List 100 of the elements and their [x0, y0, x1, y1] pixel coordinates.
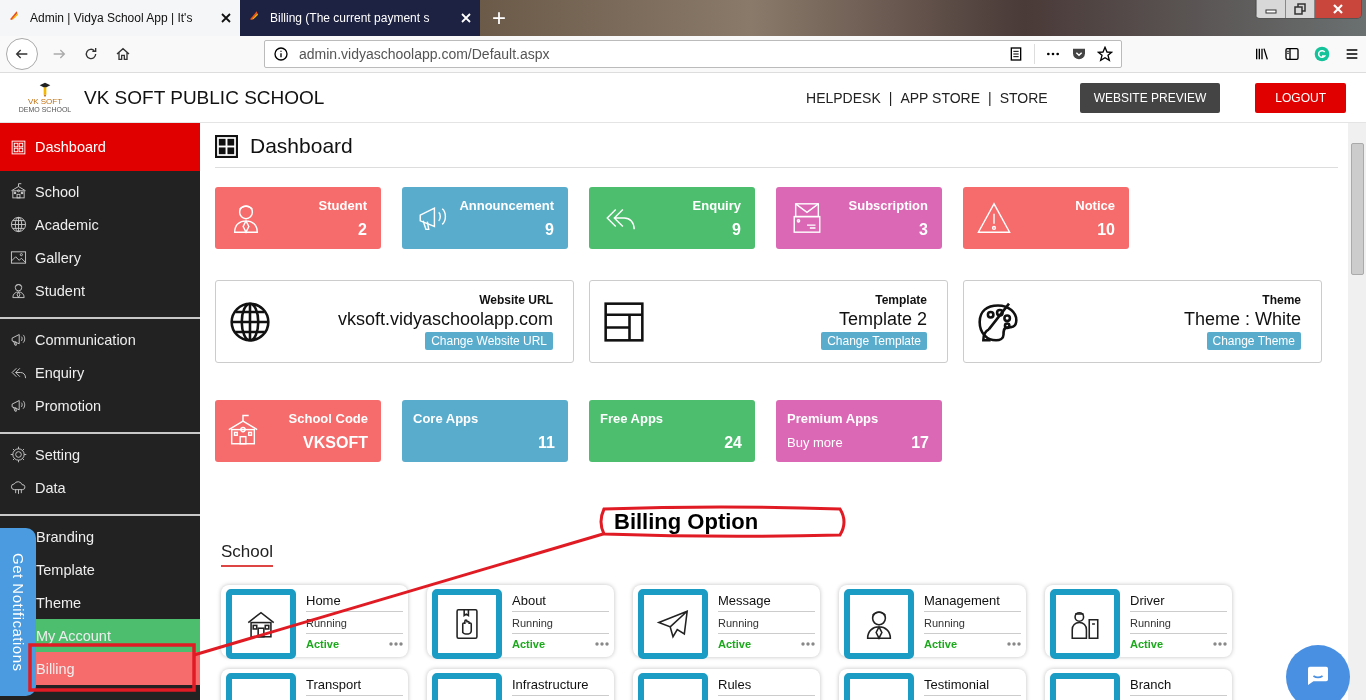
- info-value: Template 2: [838, 309, 927, 330]
- back-button[interactable]: [6, 38, 38, 70]
- header-link[interactable]: STORE: [999, 89, 1048, 106]
- link-separator: |: [888, 89, 893, 106]
- app-status: Running: [512, 612, 609, 634]
- new-tab-button[interactable]: +: [480, 0, 518, 36]
- logo-caption: VK SOFT: [27, 97, 63, 106]
- library-icon[interactable]: [1254, 46, 1270, 62]
- settings-icon: [10, 446, 27, 463]
- sidebar-item[interactable]: Branding: [36, 520, 200, 553]
- app-name: Testimonial: [924, 677, 1021, 696]
- close-icon[interactable]: [220, 12, 232, 24]
- card-label: Free Apps: [600, 410, 665, 426]
- menu-icon[interactable]: [1344, 46, 1360, 62]
- app-tile[interactable]: Branch: [1045, 669, 1232, 700]
- scrollbar[interactable]: [1348, 123, 1366, 700]
- paper-plane-icon: [656, 607, 690, 641]
- document-icon[interactable]: [1008, 46, 1024, 62]
- stat-label: Subscription: [848, 197, 928, 213]
- chat-button[interactable]: [1286, 645, 1350, 700]
- app-tile[interactable]: Testimonial: [839, 669, 1026, 700]
- app-tile[interactable]: Message Running Active: [633, 585, 820, 657]
- star-icon[interactable]: [1097, 46, 1113, 62]
- restore-icon: [1294, 3, 1306, 15]
- app-state: Active: [924, 638, 958, 650]
- app-status: Running: [924, 612, 1021, 634]
- sidebar-item[interactable]: Setting: [0, 438, 200, 471]
- sidebar-item[interactable]: Data: [0, 471, 200, 504]
- app-tile[interactable]: Rules: [633, 669, 820, 700]
- card-label: Premium Apps: [787, 410, 880, 426]
- app-tile[interactable]: Infrastructure: [427, 669, 614, 700]
- layout-icon: [602, 299, 646, 344]
- app-tile[interactable]: About Running Active: [427, 585, 614, 657]
- megaphone-icon: [10, 331, 27, 348]
- app-name: Branch: [1130, 677, 1227, 696]
- sidebar-item[interactable]: School: [0, 175, 200, 208]
- app-name: Rules: [718, 677, 815, 696]
- app-tile[interactable]: Home Running Active: [221, 585, 408, 657]
- sidebar-item[interactable]: Template: [36, 553, 200, 586]
- sidebar-item[interactable]: Dashboard: [0, 123, 200, 171]
- sidebar-icon[interactable]: [1284, 46, 1300, 62]
- app-state: Active: [512, 638, 546, 650]
- globe-icon: [228, 299, 272, 344]
- school-name: VK SOFT PUBLIC SCHOOL: [84, 86, 325, 109]
- stat-label: Notice: [1075, 197, 1115, 213]
- app-name: Home: [306, 593, 403, 612]
- stat-value: 9: [731, 220, 741, 239]
- header-link[interactable]: HELPDESK: [806, 89, 881, 106]
- app-tile[interactable]: Transport: [221, 669, 408, 700]
- person-icon: [10, 282, 27, 299]
- sidebar-item[interactable]: Academic: [0, 208, 200, 241]
- info-label: Website URL: [479, 293, 553, 307]
- sidebar-item[interactable]: Promotion: [0, 389, 200, 422]
- app-name: Message: [718, 593, 815, 612]
- chat-icon: [1305, 665, 1331, 685]
- app-name: Driver: [1130, 593, 1227, 612]
- browser-tab[interactable]: Admin | Vidya School App | It's: [0, 0, 240, 36]
- annotation-label: Billing Option: [614, 509, 759, 535]
- logout-button[interactable]: LOGOUT: [1255, 82, 1346, 113]
- globe-icon: [10, 216, 27, 233]
- app-tile[interactable]: Driver Running Active: [1045, 585, 1232, 657]
- app-status: Running: [306, 612, 403, 634]
- app-tile[interactable]: Management Running Active: [839, 585, 1026, 657]
- app-name: Management: [924, 593, 1021, 612]
- card-value: 24: [724, 433, 742, 452]
- info-icon[interactable]: [273, 46, 289, 62]
- app-name: About: [512, 593, 609, 612]
- restore-button[interactable]: [1285, 0, 1314, 18]
- app-name: Infrastructure: [512, 677, 609, 696]
- card-value: 17: [911, 433, 929, 452]
- sidebar-item[interactable]: Student: [0, 274, 200, 307]
- shield-icon[interactable]: [1071, 46, 1087, 62]
- card-label: School Code: [288, 410, 368, 426]
- home-icon: [115, 46, 131, 62]
- sidebar-item[interactable]: Enquiry: [0, 356, 200, 389]
- image-icon: [10, 249, 27, 266]
- header-link[interactable]: APP STORE: [900, 89, 980, 106]
- app-status: Running: [718, 612, 815, 634]
- sidebar-item[interactable]: Gallery: [0, 241, 200, 274]
- app-state: Active: [1130, 638, 1164, 650]
- card-value: VKSOFT: [303, 433, 368, 452]
- stat-value: 3: [918, 220, 928, 239]
- scrollbar-thumb[interactable]: [1351, 143, 1364, 275]
- megaphone-icon: [10, 397, 27, 414]
- card-value: 11: [538, 433, 555, 452]
- browser-tab[interactable]: Billing (The current payment s: [240, 0, 480, 36]
- minimize-button[interactable]: [1256, 0, 1285, 18]
- grid-icon: [215, 134, 238, 158]
- page-title: Dashboard: [250, 134, 353, 158]
- info-label: Template: [875, 293, 927, 307]
- info-label: Theme: [1262, 293, 1301, 307]
- reload-icon: [83, 46, 99, 62]
- close-button[interactable]: [1314, 0, 1361, 18]
- link-separator: |: [988, 89, 992, 106]
- website-preview-button[interactable]: WEBSITE PREVIEW: [1079, 82, 1221, 113]
- school-building-icon: [10, 183, 27, 200]
- sidebar-item[interactable]: Theme: [36, 586, 200, 619]
- section-title: School: [221, 542, 273, 567]
- sidebar-item[interactable]: Communication: [0, 323, 200, 356]
- stat-label: Enquiry: [692, 197, 741, 213]
